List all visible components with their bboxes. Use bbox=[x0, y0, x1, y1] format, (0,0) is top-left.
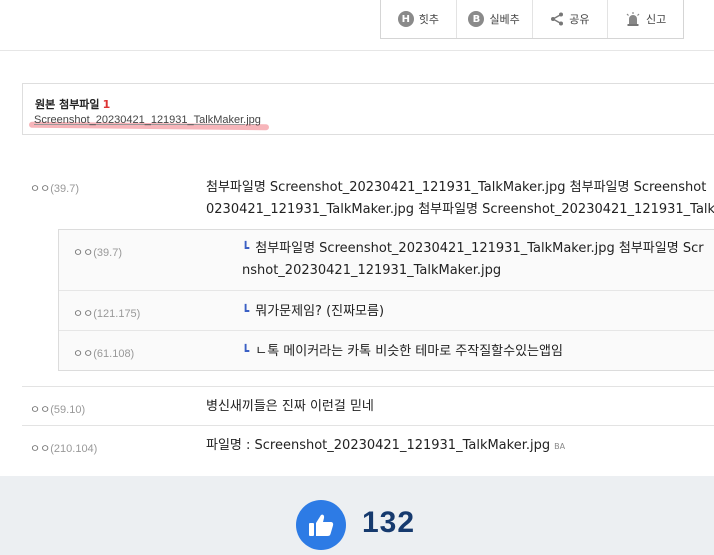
recommend-bar: 132 bbox=[0, 476, 714, 555]
recommend-label: 힛추 bbox=[418, 13, 439, 26]
reply-text-line: 첨부파일명 Screenshot_20230421_121931_TalkMak… bbox=[255, 241, 704, 256]
attachment-file-link[interactable]: Screenshot_20230421_121931_TalkMaker.jpg bbox=[34, 114, 261, 126]
attachment-title-text: 원본 첨부파일 bbox=[35, 98, 100, 111]
comment-text-line: 파일명 : Screenshot_20230421_121931_TalkMak… bbox=[206, 438, 551, 453]
reply-ip: (61.108) bbox=[93, 348, 135, 360]
reply-author[interactable]: ㅇㅇ(121.175) bbox=[73, 305, 140, 321]
reply-text: ┗ ㄴ톡 메이커라는 카톡 비슷한 테마로 주작질할수있는앱임 bbox=[242, 340, 714, 363]
reply-text-line: 뭐가문제임? (진짜모름) bbox=[255, 304, 385, 319]
reply-author[interactable]: ㅇㅇ(61.108) bbox=[73, 345, 134, 361]
reply-author[interactable]: ㅇㅇ(39.7) bbox=[73, 244, 122, 260]
share-label: 공유 bbox=[569, 13, 590, 26]
reply-item: ㅇㅇ(61.108) ┗ ㄴ톡 메이커라는 카톡 비슷한 테마로 주작질할수있는앱… bbox=[59, 331, 714, 371]
comment-nick: ㅇㅇ bbox=[30, 183, 51, 195]
comment-text: 병신새끼들은 진짜 이런걸 믿네 bbox=[206, 399, 374, 414]
reply-text: ┗ 뭐가문제임? (진짜모름) bbox=[242, 300, 714, 323]
comment-author[interactable]: ㅇㅇ(59.10) bbox=[30, 401, 85, 417]
reply-arrow-icon: ┗ bbox=[242, 241, 250, 255]
comment-author[interactable]: ㅇㅇ(39.7) bbox=[30, 180, 79, 196]
reply-nick: ㅇㅇ bbox=[73, 348, 94, 360]
report-label: 신고 bbox=[646, 13, 667, 26]
comment-text-line: 0230421_121931_TalkMaker.jpg 첨부파일명 Scree… bbox=[206, 202, 714, 217]
comment-ip: (210.104) bbox=[50, 443, 98, 455]
share-button[interactable]: 공유 bbox=[533, 0, 609, 38]
report-button[interactable]: 신고 bbox=[608, 0, 683, 38]
comment-item: ㅇㅇ(59.10) 병신새끼들은 진짜 이런걸 믿네 bbox=[22, 386, 714, 426]
like-button[interactable] bbox=[296, 500, 346, 550]
comment-tag: BA bbox=[554, 442, 566, 451]
share-icon bbox=[551, 12, 564, 26]
comment-item: ㅇㅇ(210.104) 파일명 : Screenshot_20230421_12… bbox=[22, 426, 714, 468]
reply-ip: (121.175) bbox=[93, 308, 141, 320]
comment-text-line: 첨부파일명 Screenshot_20230421_121931_TalkMak… bbox=[206, 180, 707, 195]
post-actions-bar: H 힛추 B 실베추 공유 신고 bbox=[380, 0, 684, 39]
reply-nick: ㅇㅇ bbox=[73, 308, 94, 320]
comment-text: 파일명 : Screenshot_20230421_121931_TalkMak… bbox=[206, 435, 714, 458]
reply-text-line: ㄴ톡 메이커라는 카톡 비슷한 테마로 주작질할수있는앱임 bbox=[255, 344, 563, 359]
reply-item: ㅇㅇ(121.175) ┗ 뭐가문제임? (진짜모름) bbox=[59, 291, 714, 331]
recommend-button[interactable]: H 힛추 bbox=[381, 0, 457, 38]
comment-ip: (59.10) bbox=[50, 404, 86, 416]
comment-text: 첨부파일명 Screenshot_20230421_121931_TalkMak… bbox=[206, 177, 714, 221]
b-badge-icon: B bbox=[468, 11, 485, 27]
attachment-title: 원본 첨부파일 1 bbox=[35, 96, 110, 112]
unrecommend-label: 실베추 bbox=[489, 13, 520, 26]
reply-nick: ㅇㅇ bbox=[73, 247, 94, 259]
thumbs-up-icon bbox=[309, 514, 334, 536]
reply-arrow-icon: ┗ bbox=[242, 344, 250, 358]
siren-icon bbox=[626, 12, 640, 26]
reply-arrow-icon: ┗ bbox=[242, 304, 250, 318]
reply-list: ㅇㅇ(39.7) ┗ 첨부파일명 Screenshot_20230421_1219… bbox=[58, 229, 714, 371]
reply-ip: (39.7) bbox=[93, 247, 122, 259]
reply-text-line: nshot_20230421_121931_TalkMaker.jpg bbox=[242, 263, 502, 278]
comment-author[interactable]: ㅇㅇ(210.104) bbox=[30, 440, 97, 456]
comment-nick: ㅇㅇ bbox=[30, 443, 51, 455]
reply-item: ㅇㅇ(39.7) ┗ 첨부파일명 Screenshot_20230421_1219… bbox=[59, 230, 714, 291]
comment-ip: (39.7) bbox=[50, 183, 79, 195]
comment-nick: ㅇㅇ bbox=[30, 404, 51, 416]
unrecommend-button[interactable]: B 실베추 bbox=[457, 0, 533, 38]
attachment-box: 원본 첨부파일 1 Screenshot_20230421_121931_Talk… bbox=[22, 83, 714, 135]
divider bbox=[0, 50, 714, 51]
like-count: 132 bbox=[362, 506, 416, 539]
reply-text: ┗ 첨부파일명 Screenshot_20230421_121931_TalkMa… bbox=[242, 237, 714, 282]
attachment-count: 1 bbox=[102, 98, 111, 111]
h-badge-icon: H bbox=[397, 11, 414, 27]
